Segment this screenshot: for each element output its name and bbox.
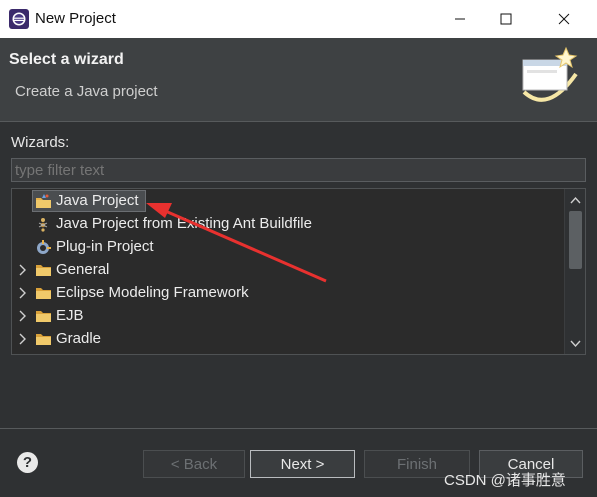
tree-item-eclipse-modeling-framework[interactable]: Eclipse Modeling Framework: [12, 282, 564, 305]
scrollbar-thumb[interactable]: [569, 211, 582, 269]
tree-item-label: Plug-in Project: [56, 238, 154, 255]
folder-icon: [36, 334, 51, 345]
scroll-up-icon[interactable]: [570, 196, 581, 204]
tree-item-label: Eclipse Modeling Framework: [56, 284, 249, 301]
wizards-label: Wizards:: [11, 134, 70, 151]
plugin-project-icon: [37, 240, 51, 254]
scroll-down-icon[interactable]: [570, 340, 581, 348]
watermark-text: CSDN @诸事胜意: [444, 472, 566, 489]
tree-item-general[interactable]: General: [12, 259, 564, 282]
help-button[interactable]: ?: [17, 452, 38, 473]
eclipse-icon: [9, 9, 29, 29]
chevron-right-icon[interactable]: [17, 309, 29, 323]
title-bar: New Project: [0, 0, 597, 38]
folder-icon: [36, 288, 51, 299]
next-button[interactable]: Next >: [250, 450, 355, 478]
page-title: Select a wizard: [9, 51, 124, 68]
java-project-icon: [36, 194, 51, 208]
chevron-right-icon[interactable]: [17, 263, 29, 277]
minimize-icon: [455, 18, 465, 20]
tree-item-gradle[interactable]: Gradle: [12, 328, 564, 351]
close-icon: [558, 13, 570, 25]
tree-item-label: Gradle: [56, 330, 102, 347]
tree-item-plugin-project[interactable]: Plug-in Project: [12, 236, 564, 259]
page-description: Create a Java project: [15, 83, 158, 100]
close-button[interactable]: [541, 0, 587, 38]
tree-item-label: Java Project from Existing Ant Buildfile: [56, 215, 312, 232]
maximize-button[interactable]: [483, 0, 529, 38]
wizard-header: Select a wizard Create a Java project: [0, 38, 597, 122]
folder-icon: [36, 311, 51, 322]
window-title: New Project: [35, 10, 116, 27]
maximize-icon: [500, 13, 512, 25]
new-wizard-banner-icon: [522, 46, 578, 102]
wizard-tree[interactable]: Java Project Java Project from Existing …: [11, 188, 586, 355]
ant-buildfile-icon: [38, 218, 48, 232]
chevron-right-icon[interactable]: [17, 332, 29, 346]
tree-item-label: EJB: [56, 307, 84, 324]
tree-item-java-project[interactable]: Java Project: [12, 190, 564, 213]
tree-item-ejb[interactable]: EJB: [12, 305, 564, 328]
footer-divider: [0, 428, 597, 429]
tree-scrollbar[interactable]: [564, 189, 585, 354]
filter-input[interactable]: [11, 158, 586, 182]
tree-item-ant-buildfile[interactable]: Java Project from Existing Ant Buildfile: [12, 213, 564, 236]
minimize-button[interactable]: [437, 0, 483, 38]
folder-icon: [36, 265, 51, 276]
tree-item-label: General: [56, 261, 110, 278]
tree-item-label: Java Project: [56, 192, 139, 209]
back-button[interactable]: < Back: [143, 450, 245, 478]
chevron-right-icon[interactable]: [17, 286, 29, 300]
